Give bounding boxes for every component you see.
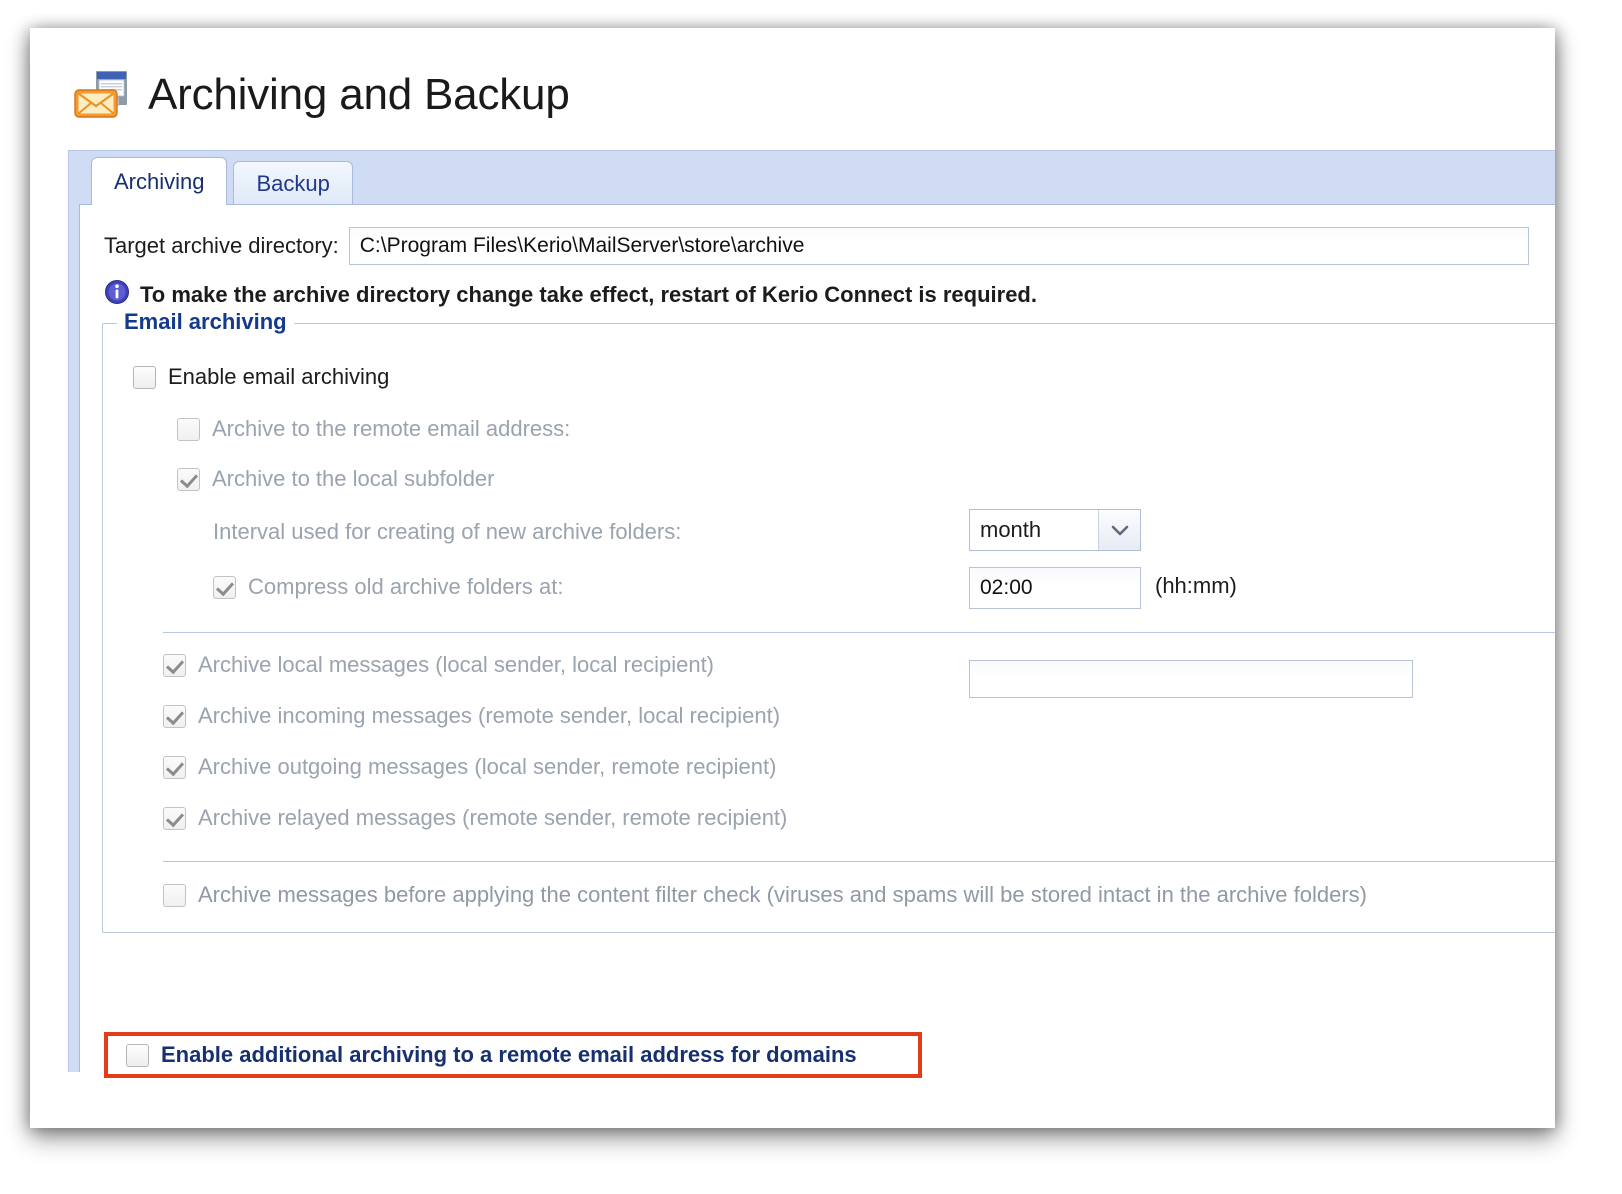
email-archiving-group: Email archiving Enable email archiving A…	[102, 309, 1555, 933]
archive-local-subfolder-checkbox[interactable]	[177, 467, 200, 491]
tab-strip: Archiving Backup	[69, 151, 1555, 205]
time-format-hint: (hh:mm)	[1155, 573, 1237, 598]
archive-relayed-messages-checkbox[interactable]	[163, 806, 186, 830]
archive-before-filter-label: Archive messages before applying the con…	[198, 882, 1368, 907]
info-notice: To make the archive directory change tak…	[104, 279, 1037, 310]
archive-outgoing-messages-row[interactable]: Archive outgoing messages (local sender,…	[163, 754, 776, 780]
separator-bottom	[163, 861, 1555, 862]
page-title: Archiving and Backup	[148, 70, 570, 119]
archive-incoming-messages-row[interactable]: Archive incoming messages (remote sender…	[163, 703, 780, 729]
tab-body: Target archive directory: To make the ar…	[79, 204, 1555, 1072]
archive-local-messages-label: Archive local messages (local sender, lo…	[198, 652, 715, 677]
mail-floppy-icon	[70, 64, 132, 126]
remote-email-address-input[interactable]	[969, 660, 1413, 698]
tab-backup[interactable]: Backup	[233, 161, 353, 205]
compress-time-input[interactable]	[969, 567, 1141, 609]
archive-remote-address-label: Archive to the remote email address:	[212, 416, 571, 441]
tab-backup-label: Backup	[256, 170, 330, 196]
archive-before-filter-row[interactable]: Archive messages before applying the con…	[163, 882, 1367, 908]
page-card: Archiving and Backup Archiving Backup Ta…	[30, 28, 1555, 1128]
target-directory-row: Target archive directory:	[104, 227, 1529, 265]
enable-email-archiving-row[interactable]: Enable email archiving	[133, 364, 389, 390]
archive-before-filter-checkbox[interactable]	[163, 883, 186, 907]
target-directory-input[interactable]	[348, 227, 1529, 265]
enable-email-archiving-checkbox[interactable]	[133, 365, 156, 389]
separator-top	[163, 632, 1555, 633]
archive-relayed-messages-row[interactable]: Archive relayed messages (remote sender,…	[163, 805, 787, 831]
interval-select-value: month	[980, 517, 1042, 542]
archive-outgoing-messages-label: Archive outgoing messages (local sender,…	[198, 754, 777, 779]
archive-incoming-messages-label: Archive incoming messages (remote sender…	[198, 703, 781, 728]
interval-select[interactable]: month	[969, 509, 1141, 551]
archive-local-subfolder-row[interactable]: Archive to the local subfolder	[177, 466, 495, 492]
archive-incoming-messages-checkbox[interactable]	[163, 704, 186, 728]
archive-local-messages-checkbox[interactable]	[163, 653, 186, 677]
email-archiving-legend: Email archiving	[117, 309, 294, 335]
archive-local-subfolder-label: Archive to the local subfolder	[212, 466, 495, 491]
archive-remote-address-row[interactable]: Archive to the remote email address:	[177, 416, 570, 442]
tab-archiving[interactable]: Archiving	[91, 157, 228, 205]
archive-local-messages-row[interactable]: Archive local messages (local sender, lo…	[163, 652, 714, 678]
interval-label: Interval used for creating of new archiv…	[213, 519, 682, 544]
target-directory-label: Target archive directory:	[104, 233, 339, 258]
info-icon	[104, 279, 130, 310]
additional-archiving-highlight: Enable additional archiving to a remote …	[104, 1032, 922, 1078]
tab-archiving-label: Archiving	[114, 168, 205, 194]
interval-row: Interval used for creating of new archiv…	[213, 519, 681, 545]
additional-archiving-checkbox[interactable]	[126, 1043, 149, 1067]
additional-archiving-label: Enable additional archiving to a remote …	[161, 1042, 857, 1067]
archive-remote-address-checkbox[interactable]	[177, 417, 200, 441]
archive-outgoing-messages-checkbox[interactable]	[163, 755, 186, 779]
info-notice-text: To make the archive directory change tak…	[140, 281, 1037, 307]
chevron-down-icon[interactable]	[1098, 510, 1140, 550]
page-header: Archiving and Backup	[70, 64, 570, 126]
archive-relayed-messages-label: Archive relayed messages (remote sender,…	[198, 805, 788, 830]
compress-old-folders-row[interactable]: Compress old archive folders at:	[213, 574, 563, 600]
compress-old-folders-checkbox[interactable]	[213, 575, 236, 599]
enable-email-archiving-label: Enable email archiving	[168, 364, 390, 389]
tab-panel: Archiving Backup Target archive director…	[68, 150, 1555, 1072]
compress-old-folders-label: Compress old archive folders at:	[248, 574, 564, 599]
additional-archiving-row[interactable]: Enable additional archiving to a remote …	[126, 1042, 857, 1068]
